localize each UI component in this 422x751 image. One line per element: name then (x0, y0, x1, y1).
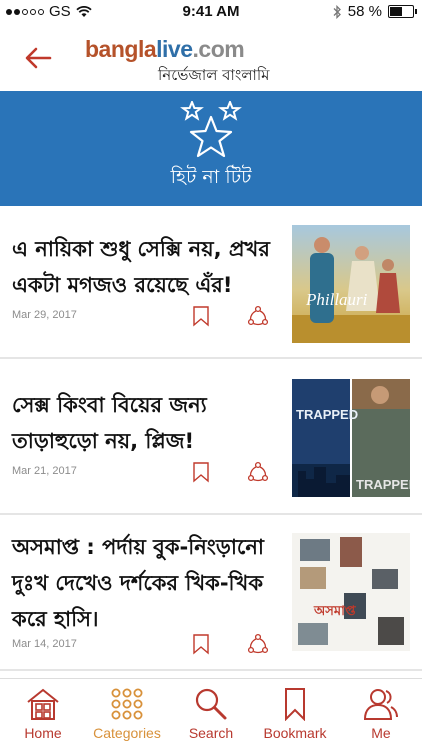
bottom-tab-bar: Home Categories Search Bookmark Me (0, 678, 422, 751)
bookmark-icon[interactable] (190, 305, 212, 327)
bookmark-icon[interactable] (190, 633, 212, 655)
article-thumbnail[interactable]: অসমাপ্ত (292, 533, 410, 651)
logo-tagline: নির্ভেজাল বাংলামি (158, 66, 270, 84)
thumbnail-caption: TRAPPED (296, 407, 358, 422)
battery-percent: 58 % (347, 3, 382, 20)
share-icon[interactable] (247, 461, 269, 483)
battery-fill (390, 7, 402, 16)
article-date: Mar 21, 2017 (12, 465, 77, 477)
tab-categories-label: Categories (93, 725, 161, 741)
banglalive-logo[interactable]: banglalive.com নির্ভেজাল বাংলামি (82, 36, 282, 86)
article-list-item[interactable]: অসমাপ্ত : পর্দায় বুক-নিংড়ানো দুঃখ দেখে… (0, 519, 422, 671)
article-list-item[interactable]: সেক্স কিংবা বিয়ের জন্য তাড়াহুড়ো নয়, … (0, 363, 422, 515)
article-headline[interactable]: অসমাপ্ত : পর্দায় বুক-নিংড়ানো দুঃখ দেখে… (12, 529, 282, 637)
stars-icon (180, 101, 242, 158)
bookmark-icon (285, 688, 305, 721)
thumbnail-caption: Phillauri (305, 290, 368, 309)
share-icon[interactable] (247, 305, 269, 327)
bluetooth-icon (333, 4, 341, 19)
article-headline[interactable]: এ নায়িকা শুধু সেক্সি নয়, প্রখর একটা মগ… (12, 231, 282, 303)
search-icon (195, 688, 227, 720)
back-arrow-icon[interactable] (24, 46, 52, 70)
tab-me-label: Me (371, 725, 391, 741)
tab-categories[interactable]: Categories (84, 687, 170, 741)
status-right: 58 % (333, 3, 417, 20)
share-icon[interactable] (247, 633, 269, 655)
article-date: Mar 14, 2017 (12, 638, 77, 650)
logo-wordmark: banglalive.com (85, 36, 245, 62)
article-headline[interactable]: সেক্স কিংবা বিয়ের জন্য তাড়াহুড়ো নয়, … (12, 387, 282, 459)
battery-icon (388, 5, 417, 18)
thumbnail-caption: অসমাপ্ত (313, 604, 357, 619)
user-icon (363, 689, 398, 720)
article-thumbnail[interactable]: TRAPPED TRAPPED (292, 379, 410, 497)
tab-search[interactable]: Search (186, 687, 236, 741)
home-icon (27, 688, 59, 720)
thumbnail-caption-secondary: TRAPPED (356, 477, 410, 492)
article-date: Mar 29, 2017 (12, 309, 77, 321)
categories-icon (111, 688, 143, 720)
status-bar: GS 9:41 AM 58 % (0, 0, 422, 24)
bookmark-icon[interactable] (190, 461, 212, 483)
article-list-item[interactable]: এ নায়িকা শুধু সেক্সি নয়, প্রখর একটা মগ… (0, 207, 422, 359)
tab-bookmark[interactable]: Bookmark (258, 687, 332, 741)
article-thumbnail[interactable]: Phillauri (292, 225, 410, 343)
tab-search-label: Search (188, 725, 234, 741)
tab-bookmark-label: Bookmark (263, 725, 327, 741)
category-banner: হিট না টিট (0, 91, 422, 206)
tab-me[interactable]: Me (356, 687, 406, 741)
tab-home[interactable]: Home (18, 687, 68, 741)
tab-home-label: Home (24, 725, 62, 741)
category-title: হিট না টিট (170, 166, 252, 188)
app-header: banglalive.com নির্ভেজাল বাংলামি (0, 26, 422, 90)
